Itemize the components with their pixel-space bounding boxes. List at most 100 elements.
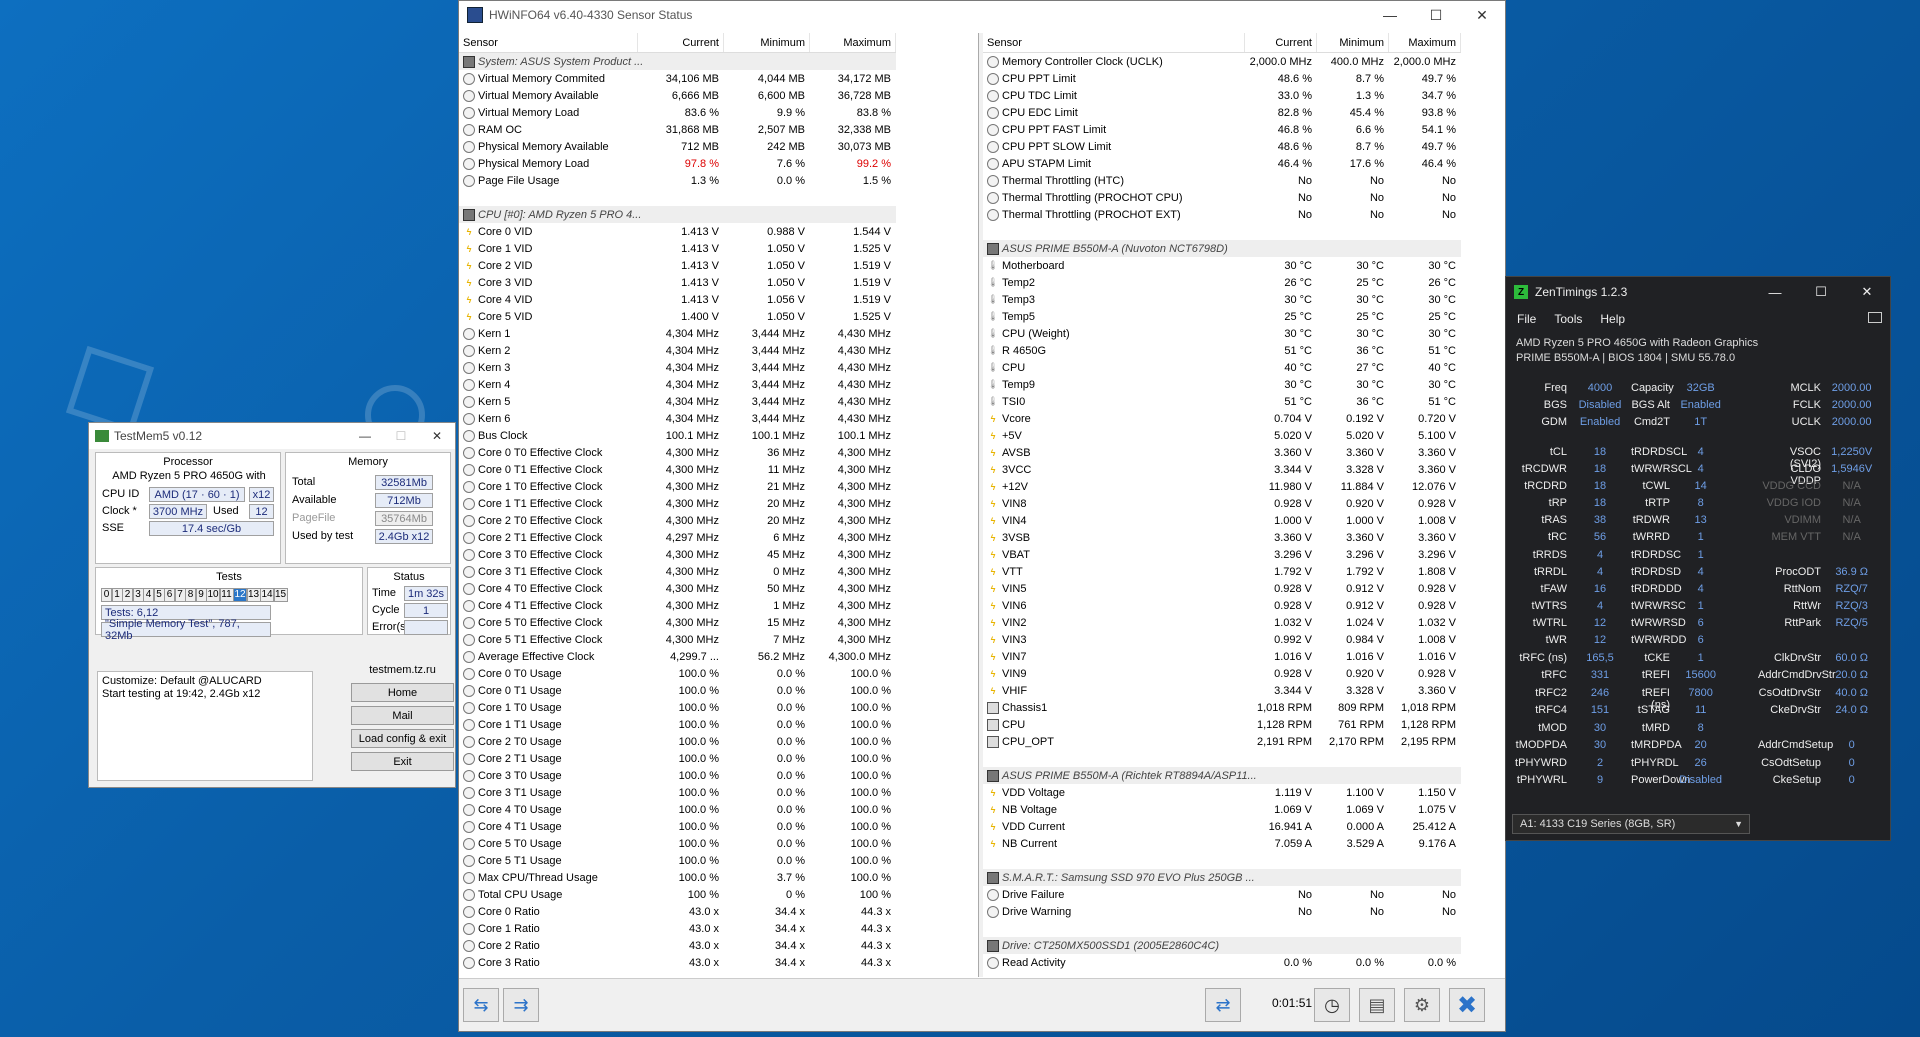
sensor-row[interactable]: ϟ VIN2 1.032 V 1.024 V 1.032 V xyxy=(983,614,1461,631)
sensor-row[interactable]: Physical Memory Load 97.8 % 7.6 % 99.2 % xyxy=(459,155,896,172)
sensor-row[interactable]: Core 3 T1 Effective Clock 4,300 MHz 0 MHz 4… xyxy=(459,563,896,580)
test-number[interactable]: 6 xyxy=(164,588,175,602)
home-button[interactable]: Home xyxy=(351,683,454,702)
sensor-row[interactable]: Core 1 T0 Effective Clock 4,300 MHz 21 MHz… xyxy=(459,478,896,495)
test-number[interactable]: 11 xyxy=(219,588,234,602)
maximize-button[interactable]: ☐ xyxy=(1798,277,1844,307)
sensor-row[interactable]: ϟ 3VSB 3.360 V 3.360 V 3.360 V xyxy=(983,529,1461,546)
exit-button[interactable]: Exit xyxy=(351,752,454,771)
sensor-row[interactable]: Core 3 T1 Usage 100.0 % 0.0 % 100.0 % xyxy=(459,784,896,801)
header-current[interactable]: Current xyxy=(638,33,724,52)
sensor-row[interactable]: Total CPU Usage 100 % 0 % 100 % xyxy=(459,886,896,903)
header-current[interactable]: Current xyxy=(1245,33,1317,52)
test-number[interactable]: 0 xyxy=(101,588,112,602)
sensor-row[interactable]: Memory Controller Clock (UCLK) 2,000.0 MH… xyxy=(983,53,1461,70)
sensor-row[interactable]: Virtual Memory Commited 34,106 MB 4,044 MB… xyxy=(459,70,896,87)
sensor-header[interactable]: Sensor Current Minimum Maximum xyxy=(983,33,1461,53)
test-number[interactable]: 4 xyxy=(143,588,154,602)
prev-arrows-icon[interactable]: ⇆ xyxy=(463,988,499,1022)
sensor-row[interactable]: Core 0 T0 Effective Clock 4,300 MHz 36 MHz… xyxy=(459,444,896,461)
header-maximum[interactable]: Maximum xyxy=(810,33,896,52)
close-button[interactable]: ✕ xyxy=(419,423,455,449)
sensor-group-row[interactable]: S.M.A.R.T.: Samsung SSD 970 EVO Plus 250… xyxy=(983,869,1461,886)
sensor-row[interactable]: CPU 1,128 RPM 761 RPM 1,128 RPM xyxy=(983,716,1461,733)
sensor-row[interactable]: Kern 1 4,304 MHz 3,444 MHz 4,430 MHz xyxy=(459,325,896,342)
sensor-row[interactable]: ϟ Core 1 VID 1.413 V 1.050 V 1.525 V xyxy=(459,240,896,257)
network-icon[interactable]: ⇄ xyxy=(1205,988,1241,1022)
sensor-row[interactable]: Bus Clock 100.1 MHz 100.1 MHz 100.1 MHz xyxy=(459,427,896,444)
test-number[interactable]: 7 xyxy=(174,588,186,602)
sensor-pane-right[interactable]: Sensor Current Minimum Maximum Memory Co… xyxy=(983,33,1461,977)
sensor-row[interactable]: Core 2 T0 Usage 100.0 % 0.0 % 100.0 % xyxy=(459,733,896,750)
sensor-row[interactable]: ϟ +5V 5.020 V 5.020 V 5.100 V xyxy=(983,427,1461,444)
sensor-row[interactable]: Kern 2 4,304 MHz 3,444 MHz 4,430 MHz xyxy=(459,342,896,359)
sensor-row[interactable]: ϟ VTT 1.792 V 1.792 V 1.808 V xyxy=(983,563,1461,580)
sensor-row[interactable]: ϟ +12V 11.980 V 11.884 V 12.076 V xyxy=(983,478,1461,495)
memory-profile-select[interactable]: A1: 4133 C19 Series (8GB, SR) ▼ xyxy=(1512,814,1750,834)
sensor-row[interactable]: Average Effective Clock 4,299.7 ... 56.2 M… xyxy=(459,648,896,665)
screenshot-camera-icon[interactable] xyxy=(1868,312,1882,323)
sensor-row[interactable]: Core 0 Ratio 43.0 x 34.4 x 44.3 x xyxy=(459,903,896,920)
sensor-row[interactable]: CPU EDC Limit 82.8 % 45.4 % 93.8 % xyxy=(983,104,1461,121)
menu-tools[interactable]: Tools xyxy=(1554,312,1582,326)
test-number[interactable]: 13 xyxy=(246,588,261,602)
sensor-row[interactable]: Kern 4 4,304 MHz 3,444 MHz 4,430 MHz xyxy=(459,376,896,393)
sensor-group-row[interactable]: Drive: CT250MX500SSD1 (2005E2860C4C) xyxy=(983,937,1461,954)
sensor-row[interactable]: Core 2 Ratio 43.0 x 34.4 x 44.3 x xyxy=(459,937,896,954)
sensor-row[interactable]: Drive Failure No No No xyxy=(983,886,1461,903)
minimize-button[interactable]: — xyxy=(347,423,383,449)
sensor-row[interactable]: 🌡 Motherboard 30 °C 30 °C 30 °C xyxy=(983,257,1461,274)
sensor-row[interactable]: Core 2 T1 Effective Clock 4,297 MHz 6 MHz 4… xyxy=(459,529,896,546)
maximize-button[interactable]: ☐ xyxy=(1413,1,1459,29)
sensor-row[interactable]: 🌡 CPU 40 °C 27 °C 40 °C xyxy=(983,359,1461,376)
sensor-row[interactable]: Kern 5 4,304 MHz 3,444 MHz 4,430 MHz xyxy=(459,393,896,410)
sensor-row[interactable]: ϟ VDD Current 16.941 A 0.000 A 25.412 A xyxy=(983,818,1461,835)
sensor-group-row[interactable]: CPU [#0]: AMD Ryzen 5 PRO 4... xyxy=(459,206,896,223)
test-number[interactable]: 12 xyxy=(233,588,247,602)
sensor-row[interactable]: Max CPU/Thread Usage 100.0 % 3.7 % 100.0 % xyxy=(459,869,896,886)
sensor-row[interactable]: Core 5 T0 Usage 100.0 % 0.0 % 100.0 % xyxy=(459,835,896,852)
sensor-row[interactable]: ϟ VIN9 0.928 V 0.920 V 0.928 V xyxy=(983,665,1461,682)
sensor-row[interactable]: Core 4 T0 Effective Clock 4,300 MHz 50 MHz… xyxy=(459,580,896,597)
minimize-button[interactable]: — xyxy=(1752,277,1798,307)
sensor-row[interactable]: ϟ VDD Voltage 1.119 V 1.100 V 1.150 V xyxy=(983,784,1461,801)
clock-icon[interactable]: ◷ xyxy=(1314,988,1350,1022)
header-minimum[interactable]: Minimum xyxy=(1317,33,1389,52)
test-number[interactable]: 5 xyxy=(153,588,165,602)
test-number[interactable]: 2 xyxy=(122,588,133,602)
header-maximum[interactable]: Maximum xyxy=(1389,33,1461,52)
sensor-group-row[interactable]: System: ASUS System Product ... xyxy=(459,53,896,70)
settings-icon[interactable]: ⚙ xyxy=(1404,988,1440,1022)
sensor-row[interactable]: CPU PPT SLOW Limit 48.6 % 8.7 % 49.7 % xyxy=(983,138,1461,155)
test-number[interactable]: 15 xyxy=(273,588,288,602)
test-number[interactable]: 9 xyxy=(195,588,207,602)
sensor-group-row[interactable]: ASUS PRIME B550M-A (Richtek RT8894A/ASP1… xyxy=(983,767,1461,784)
sensor-row[interactable]: Core 1 T1 Usage 100.0 % 0.0 % 100.0 % xyxy=(459,716,896,733)
site-link[interactable]: testmem.tz.ru xyxy=(351,664,454,676)
next-arrows-icon[interactable]: ⇉ xyxy=(503,988,539,1022)
sensor-row[interactable]: Page File Usage 1.3 % 0.0 % 1.5 % xyxy=(459,172,896,189)
sensor-row[interactable]: Core 2 T0 Effective Clock 4,300 MHz 20 MHz… xyxy=(459,512,896,529)
sensor-row[interactable]: ϟ Core 4 VID 1.413 V 1.056 V 1.519 V xyxy=(459,291,896,308)
sensor-row[interactable]: ϟ NB Current 7.059 A 3.529 A 9.176 A xyxy=(983,835,1461,852)
test-number[interactable]: 14 xyxy=(260,588,274,602)
log-area[interactable]: Customize: Default @ALUCARD Start testin… xyxy=(97,671,313,781)
sensor-group-row[interactable]: ASUS PRIME B550M-A (Nuvoton NCT6798D) xyxy=(983,240,1461,257)
test-number[interactable]: 8 xyxy=(185,588,196,602)
sensor-row[interactable]: Kern 6 4,304 MHz 3,444 MHz 4,430 MHz xyxy=(459,410,896,427)
sensor-row[interactable]: ϟ VIN8 0.928 V 0.920 V 0.928 V xyxy=(983,495,1461,512)
header-sensor[interactable]: Sensor xyxy=(459,33,638,52)
sensor-row[interactable]: CPU_OPT 2,191 RPM 2,170 RPM 2,195 RPM xyxy=(983,733,1461,750)
sensor-row[interactable]: ϟ VIN6 0.928 V 0.912 V 0.928 V xyxy=(983,597,1461,614)
sensor-row[interactable]: ϟ Vcore 0.704 V 0.192 V 0.720 V xyxy=(983,410,1461,427)
sensor-row[interactable]: 🌡 R 4650G 51 °C 36 °C 51 °C xyxy=(983,342,1461,359)
sensor-row[interactable]: 🌡 Temp5 25 °C 25 °C 25 °C xyxy=(983,308,1461,325)
sensor-row[interactable]: ϟ VIN5 0.928 V 0.912 V 0.928 V xyxy=(983,580,1461,597)
sensor-row[interactable]: ϟ VHIF 3.344 V 3.328 V 3.360 V xyxy=(983,682,1461,699)
sensor-row[interactable]: 🌡 TSI0 51 °C 36 °C 51 °C xyxy=(983,393,1461,410)
sensor-row[interactable]: Thermal Throttling (HTC) No No No xyxy=(983,172,1461,189)
close-button[interactable]: ✕ xyxy=(1844,277,1890,307)
sensor-row[interactable]: ϟ AVSB 3.360 V 3.360 V 3.360 V xyxy=(983,444,1461,461)
test-number[interactable]: 10 xyxy=(206,588,220,602)
sensor-row[interactable]: Core 2 T1 Usage 100.0 % 0.0 % 100.0 % xyxy=(459,750,896,767)
